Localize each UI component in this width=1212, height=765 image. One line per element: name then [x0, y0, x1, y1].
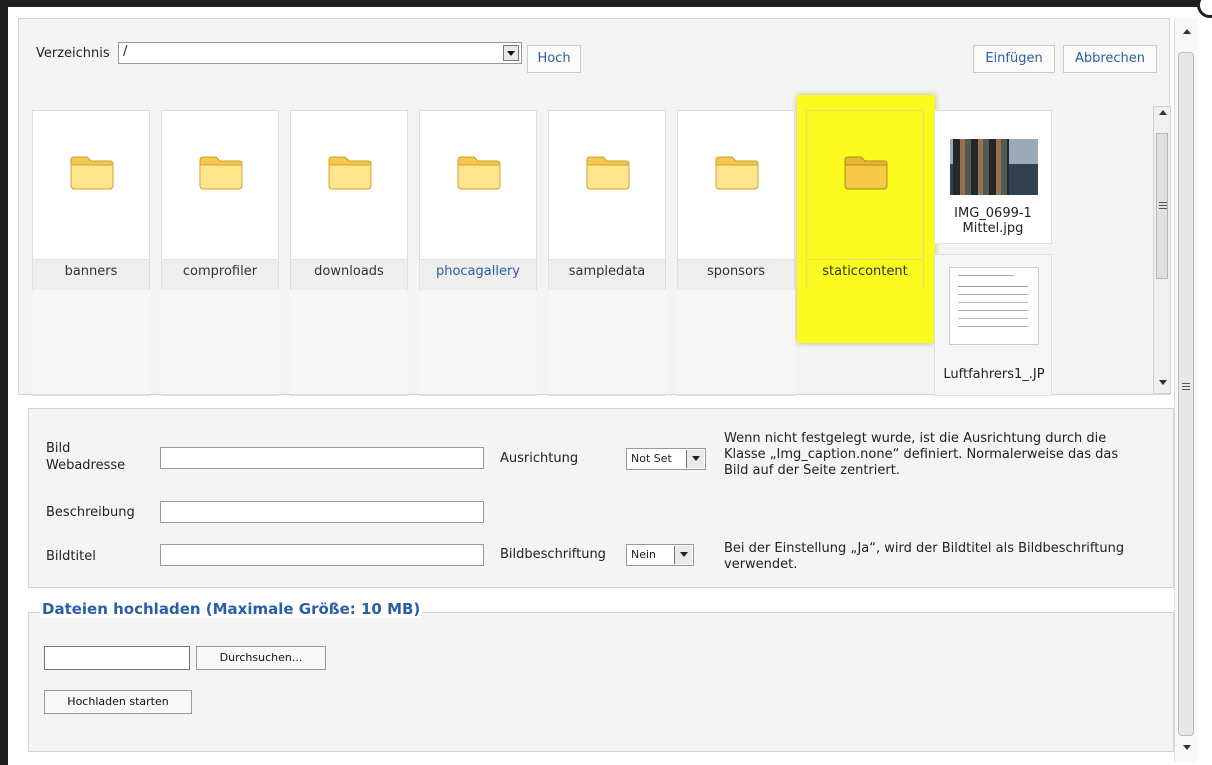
- image-tile-img-0699[interactable]: IMG_0699-1 Mittel.jpg: [934, 110, 1052, 244]
- folder-icon: [457, 156, 501, 190]
- directory-select[interactable]: /: [118, 42, 522, 64]
- grid-scroll-thumb[interactable]: [1156, 133, 1168, 279]
- tile-base: [161, 394, 279, 396]
- folder-icon: [199, 156, 243, 190]
- grid-scrollbar[interactable]: [1153, 106, 1171, 394]
- chevron-down-icon[interactable]: [1178, 740, 1194, 756]
- folder-label: staticcontent: [806, 260, 924, 290]
- folder-icon: [844, 156, 888, 190]
- caption-label: Bildbeschriftung: [500, 547, 606, 562]
- folder-tile-sponsors[interactable]: sponsors: [677, 110, 795, 396]
- chevron-down-icon[interactable]: [674, 546, 692, 564]
- image-label: IMG_0699-1 Mittel.jpg: [954, 206, 1032, 236]
- scroll-grip-icon: [1159, 202, 1167, 203]
- folder-label: downloads: [290, 260, 408, 290]
- image-label: Luftfahrers1_.JP: [943, 367, 1045, 382]
- tile-base: [677, 394, 795, 396]
- image-tile-luftfahrers[interactable]: Luftfahrers1_.JP: [934, 254, 1052, 396]
- close-icon[interactable]: [1197, 0, 1212, 18]
- directory-value: /: [123, 44, 128, 59]
- folder-icon: [70, 156, 114, 190]
- folder-preview: [290, 110, 408, 260]
- tile-base: [419, 394, 537, 396]
- tile-base: [548, 394, 666, 396]
- caption-select[interactable]: Nein: [626, 544, 694, 566]
- folder-label: comprofiler: [161, 260, 279, 290]
- chevron-up-icon[interactable]: [1178, 26, 1194, 42]
- chevron-down-icon[interactable]: [686, 450, 704, 468]
- folder-icon: [715, 156, 759, 190]
- directory-label: Verzeichnis: [36, 46, 110, 61]
- scroll-grip-icon: [1182, 383, 1190, 384]
- chevron-down-icon[interactable]: [1154, 375, 1170, 391]
- description-input[interactable]: [160, 501, 484, 523]
- up-button[interactable]: Hoch: [527, 45, 581, 73]
- folder-label: phocagallery: [419, 260, 537, 290]
- folder-label: sampledata: [548, 260, 666, 290]
- window-frame-top: [0, 0, 1212, 7]
- folder-preview: [548, 110, 666, 260]
- folder-preview: [806, 110, 924, 260]
- alignment-help-text: Wenn nicht festgelegt wurde, ist die Aus…: [724, 431, 1119, 478]
- cancel-button[interactable]: Abbrechen: [1063, 45, 1157, 73]
- folder-label: banners: [32, 260, 150, 290]
- folder-preview: [677, 110, 795, 260]
- title-input[interactable]: [160, 544, 484, 566]
- caption-help-text: Bei der Einstellung „Ja“, wird der Bildt…: [724, 541, 1125, 572]
- folder-preview: [32, 110, 150, 260]
- page-scrollbar[interactable]: [1174, 18, 1197, 762]
- folder-label: sponsors: [677, 260, 795, 290]
- folder-icon: [586, 156, 630, 190]
- tile-base: [32, 394, 150, 396]
- folder-preview: [419, 110, 537, 260]
- browse-button[interactable]: Durchsuchen...: [196, 646, 326, 670]
- document-icon: [949, 267, 1039, 345]
- folder-tile-downloads[interactable]: downloads: [290, 110, 408, 396]
- folder-preview: [161, 110, 279, 260]
- folder-tile-sampledata[interactable]: sampledata: [548, 110, 666, 396]
- alignment-label: Ausrichtung: [500, 451, 579, 466]
- chevron-down-icon[interactable]: [503, 45, 519, 61]
- folder-tile-staticcontent[interactable]: staticcontent: [806, 110, 924, 396]
- file-grid: banners comprofiler downloads phocagalle…: [30, 108, 1160, 400]
- upload-legend: Dateien hochladen (Maximale Größe: 10 MB…: [40, 600, 423, 618]
- window-frame-left: [0, 0, 8, 765]
- alignment-value: Not Set: [631, 452, 672, 465]
- image-url-input[interactable]: [160, 447, 484, 469]
- image-url-label: Bild Webadresse: [46, 441, 126, 473]
- page-scroll-thumb[interactable]: [1178, 52, 1194, 736]
- tile-base: [290, 394, 408, 396]
- folder-tile-comprofiler[interactable]: comprofiler: [161, 110, 279, 396]
- folder-tile-phocagallery[interactable]: phocagallery: [419, 110, 537, 396]
- title-label: Bildtitel: [46, 549, 96, 564]
- people-photo-icon: [953, 139, 1009, 195]
- folder-tile-banners[interactable]: banners: [32, 110, 150, 396]
- upload-panel: [28, 612, 1174, 752]
- chevron-up-icon[interactable]: [1154, 107, 1170, 123]
- file-path-input[interactable]: [44, 646, 190, 670]
- caption-value: Nein: [631, 548, 657, 561]
- alignment-select[interactable]: Not Set: [626, 448, 706, 470]
- insert-button[interactable]: Einfügen: [973, 45, 1055, 73]
- description-label: Beschreibung: [46, 505, 135, 520]
- start-upload-button[interactable]: Hochladen starten: [44, 690, 192, 714]
- folder-icon: [328, 156, 372, 190]
